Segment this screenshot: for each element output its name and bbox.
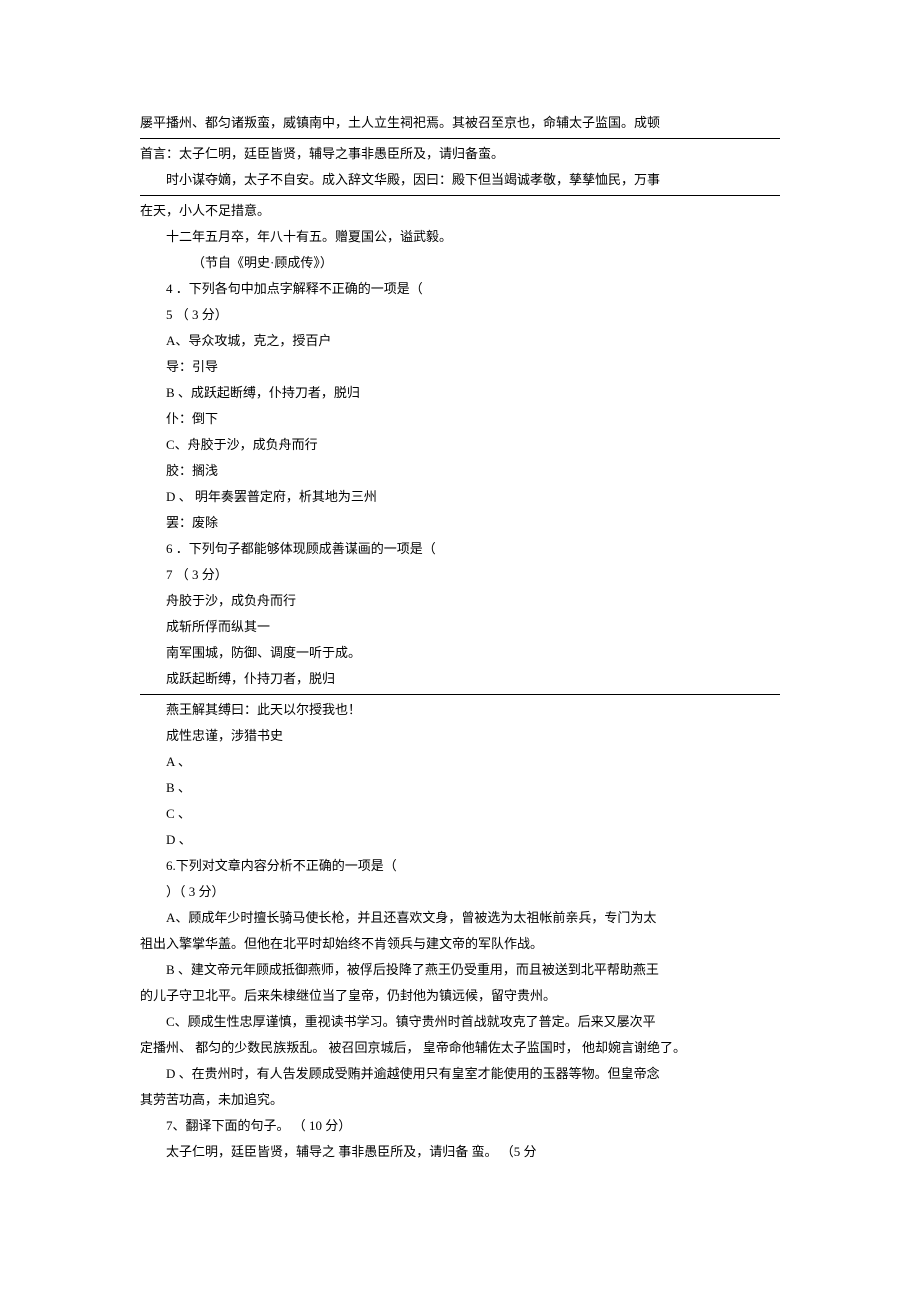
text-line: 时小谋夺嫡，太子不自安。成入辞文华殿，因曰：殿下但当竭诚孝敬，孳孳恤民，万事 — [140, 167, 780, 193]
text-line: 成跃起断缚，仆持刀者，脱归 — [140, 666, 780, 692]
option-line: C、顾成生性忠厚谨慎，重视读书学习。镇守贵州时首战就攻克了普定。后来又屡次平 — [140, 1009, 780, 1035]
text-line: 屡平播州、都匀诸叛蛮，威镇南中，土人立生祠祀焉。其被召至京也，命辅太子监国。成顿 — [140, 110, 780, 136]
text-line: （节自《明史·顾成传》） — [140, 250, 780, 276]
horizontal-rule — [140, 694, 780, 695]
option-line: A 、 — [140, 749, 780, 775]
text-line: 仆：倒下 — [140, 406, 780, 432]
option-line: A、导众攻城，克之，授百户 — [140, 328, 780, 354]
text-line: 罢：废除 — [140, 510, 780, 536]
text-line: 在天，小人不足措意。 — [140, 198, 780, 224]
option-line: D 、在贵州时，有人告发顾成受贿并逾越使用只有皇室才能使用的玉器等物。但皇帝念 — [140, 1061, 780, 1087]
option-line: C 、 — [140, 801, 780, 827]
text-line: 十二年五月卒，年八十有五。赠夏国公，谥武毅。 — [140, 224, 780, 250]
text-line: 南军围城，防御、调度一听于成。 — [140, 640, 780, 666]
text-line: 首言：太子仁明，廷臣皆贤，辅导之事非愚臣所及，请归备蛮。 — [140, 141, 780, 167]
question-line: 7、翻译下面的句子。 （ 10 分） — [140, 1113, 780, 1139]
horizontal-rule — [140, 138, 780, 139]
option-line: D 、 明年奏罢普定府，析其地为三州 — [140, 484, 780, 510]
question-line: 6 ．下列句子都能够体现顾成善谋画的一项是（ — [140, 536, 780, 562]
option-line: D 、 — [140, 827, 780, 853]
question-line: 7 （ 3 分） — [140, 562, 780, 588]
option-line: A、顾成年少时擅长骑马使长枪，并且还喜欢文身，曾被选为太祖帐前亲兵，专门为太 — [140, 905, 780, 931]
text-line: 燕王解其缚曰：此天以尔授我也！ — [140, 697, 780, 723]
text-line: 太子仁明，廷臣皆贤，辅导之 事非愚臣所及，请归备 蛮。 （5 分 — [140, 1139, 780, 1165]
text-line: 胶：搁浅 — [140, 458, 780, 484]
option-line: B 、成跃起断缚，仆持刀者，脱归 — [140, 380, 780, 406]
text-line: 成斩所俘而纵其一 — [140, 614, 780, 640]
option-line: B 、建文帝元年顾成抵御燕师，被俘后投降了燕王仍受重用，而且被送到北平帮助燕王 — [140, 957, 780, 983]
question-line: ）（ 3 分） — [140, 879, 780, 905]
text-line: 的儿子守卫北平。后来朱棣继位当了皇帝，仍封他为镇远候，留守贵州。 — [140, 983, 780, 1009]
text-line: 导：引导 — [140, 354, 780, 380]
option-line: C、舟胶于沙，成负舟而行 — [140, 432, 780, 458]
question-line: 6.下列对文章内容分析不正确的一项是（ — [140, 853, 780, 879]
text-line: 舟胶于沙，成负舟而行 — [140, 588, 780, 614]
question-line: 5 （ 3 分） — [140, 302, 780, 328]
text-line: 定播州、 都匀的少数民族叛乱。 被召回京城后， 皇帝命他辅佐太子监国时， 他却婉… — [140, 1035, 780, 1061]
question-line: 4 ．下列各句中加点字解释不正确的一项是（ — [140, 276, 780, 302]
text-line: 其劳苦功高，未加追究。 — [140, 1087, 780, 1113]
option-line: B 、 — [140, 775, 780, 801]
text-line: 成性忠谨，涉猎书史 — [140, 723, 780, 749]
text-line: 祖出入擎掌华盖。但他在北平时却始终不肯领兵与建文帝的军队作战。 — [140, 931, 780, 957]
horizontal-rule — [140, 195, 780, 196]
